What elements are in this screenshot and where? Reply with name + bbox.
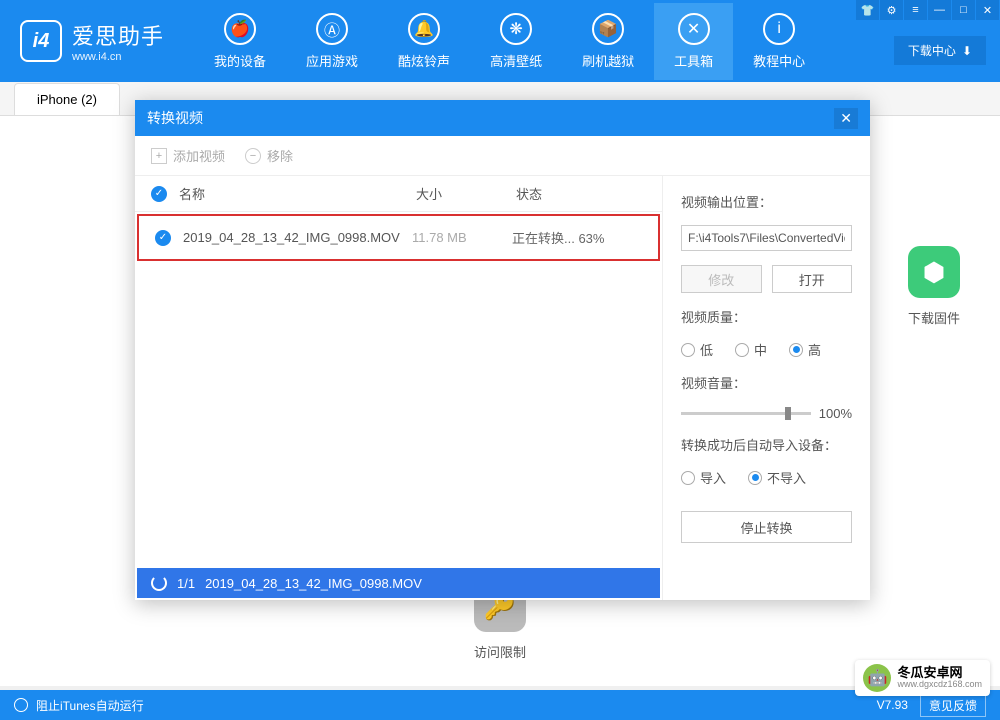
minimize-button[interactable]: — bbox=[928, 0, 952, 20]
open-button[interactable]: 打开 bbox=[772, 265, 853, 293]
nav-wallpapers[interactable]: ❋高清壁纸 bbox=[470, 3, 562, 80]
download-icon: ⬇ bbox=[962, 44, 972, 58]
feedback-button[interactable]: 意见反馈 bbox=[920, 694, 986, 717]
main-nav: 🍎我的设备 Ⓐ应用游戏 🔔酷炫铃声 ❋高清壁纸 📦刷机越狱 ✕工具箱 i教程中心 bbox=[194, 3, 825, 80]
cube-icon: ⬢ bbox=[908, 246, 960, 298]
nav-my-device[interactable]: 🍎我的设备 bbox=[194, 3, 286, 80]
file-list-pane: ✓ 名称 大小 状态 ✓ 2019_04_28_13_42_IMG_0998.M… bbox=[135, 176, 662, 600]
watermark-url: www.dgxcdz168.com bbox=[897, 680, 982, 690]
volume-label: 视频音量： bbox=[681, 373, 852, 392]
dialog-title: 转换视频 bbox=[147, 108, 203, 128]
col-name: 名称 bbox=[179, 184, 416, 203]
app-logo-icon: i4 bbox=[20, 20, 62, 62]
dialog-close-button[interactable]: ✕ bbox=[834, 108, 858, 129]
nav-tutorials[interactable]: i教程中心 bbox=[733, 3, 825, 80]
download-center-button[interactable]: 下载中心 ⬇ bbox=[894, 36, 986, 65]
add-video-button[interactable]: +添加视频 bbox=[151, 146, 225, 165]
logo-area: i4 爱思助手 www.i4.cn bbox=[20, 19, 164, 63]
apple-icon: 🍎 bbox=[224, 13, 256, 45]
stop-convert-button[interactable]: 停止转换 bbox=[681, 511, 852, 543]
row-checkbox[interactable]: ✓ bbox=[155, 230, 171, 246]
table-header: ✓ 名称 大小 状态 bbox=[135, 176, 662, 212]
import-label: 转换成功后自动导入设备： bbox=[681, 435, 852, 454]
nav-ringtones[interactable]: 🔔酷炫铃声 bbox=[378, 3, 470, 80]
menu-icon[interactable]: ≡ bbox=[904, 0, 928, 20]
spinner-icon bbox=[151, 575, 167, 591]
file-row[interactable]: ✓ 2019_04_28_13_42_IMG_0998.MOV 11.78 MB… bbox=[137, 214, 660, 261]
bell-icon: 🔔 bbox=[408, 13, 440, 45]
app-title: 爱思助手 bbox=[72, 19, 164, 51]
import-yes-radio[interactable]: 导入 bbox=[681, 468, 726, 487]
progress-file: 2019_04_28_13_42_IMG_0998.MOV bbox=[205, 576, 422, 591]
nav-apps[interactable]: Ⓐ应用游戏 bbox=[286, 3, 378, 80]
quality-low-radio[interactable]: 低 bbox=[681, 340, 713, 359]
titlebar-controls: 👕 ⚙ ≡ — □ ✕ bbox=[856, 0, 1000, 20]
info-icon: i bbox=[763, 13, 795, 45]
quality-mid-radio[interactable]: 中 bbox=[735, 340, 767, 359]
select-all-checkbox[interactable]: ✓ bbox=[151, 186, 167, 202]
status-bar: 阻止iTunes自动运行 V7.93 意见反馈 bbox=[0, 690, 1000, 720]
appstore-icon: Ⓐ bbox=[316, 13, 348, 45]
nav-toolbox[interactable]: ✕工具箱 bbox=[654, 3, 733, 80]
volume-slider[interactable]: 100% bbox=[681, 406, 852, 421]
file-status: 正在转换... 63% bbox=[512, 228, 642, 247]
watermark-title: 冬瓜安卓网 bbox=[897, 666, 982, 680]
app-url: www.i4.cn bbox=[72, 51, 164, 63]
progress-count: 1/1 bbox=[177, 576, 195, 591]
progress-bar: 1/1 2019_04_28_13_42_IMG_0998.MOV bbox=[137, 568, 660, 598]
dialog-header: 转换视频 ✕ bbox=[135, 100, 870, 136]
plus-icon: + bbox=[151, 148, 167, 164]
android-icon: 🤖 bbox=[863, 664, 891, 692]
version-label: V7.93 bbox=[877, 698, 908, 712]
quality-label: 视频质量： bbox=[681, 307, 852, 326]
tools-icon: ✕ bbox=[678, 13, 710, 45]
device-tab[interactable]: iPhone (2) bbox=[14, 83, 120, 115]
shirt-icon[interactable]: 👕 bbox=[856, 0, 880, 20]
quality-high-radio[interactable]: 高 bbox=[789, 340, 821, 359]
output-path-input[interactable] bbox=[681, 225, 852, 251]
convert-video-dialog: 转换视频 ✕ +添加视频 −移除 ✓ 名称 大小 状态 ✓ 2019_04_28… bbox=[135, 100, 870, 600]
output-label: 视频输出位置： bbox=[681, 192, 852, 211]
modify-button[interactable]: 修改 bbox=[681, 265, 762, 293]
settings-icon[interactable]: ⚙ bbox=[880, 0, 904, 20]
remove-button[interactable]: −移除 bbox=[245, 146, 293, 165]
slider-thumb[interactable] bbox=[785, 407, 791, 420]
tool-download-firmware[interactable]: ⬢下载固件 bbox=[908, 246, 960, 327]
box-icon: 📦 bbox=[592, 13, 624, 45]
wallpaper-icon: ❋ bbox=[500, 13, 532, 45]
app-header: i4 爱思助手 www.i4.cn 🍎我的设备 Ⓐ应用游戏 🔔酷炫铃声 ❋高清壁… bbox=[0, 0, 1000, 82]
watermark: 🤖 冬瓜安卓网 www.dgxcdz168.com bbox=[855, 660, 990, 696]
minus-icon: − bbox=[245, 148, 261, 164]
settings-pane: 视频输出位置： 修改 打开 视频质量： 低 中 高 视频音量： 100% 转换成… bbox=[662, 176, 870, 600]
col-size: 大小 bbox=[416, 184, 516, 203]
status-circle-icon bbox=[14, 698, 28, 712]
dialog-toolbar: +添加视频 −移除 bbox=[135, 136, 870, 176]
nav-jailbreak[interactable]: 📦刷机越狱 bbox=[562, 3, 654, 80]
close-button[interactable]: ✕ bbox=[976, 0, 1000, 20]
file-size: 11.78 MB bbox=[412, 230, 512, 245]
maximize-button[interactable]: □ bbox=[952, 0, 976, 20]
col-status: 状态 bbox=[516, 184, 646, 203]
itunes-block-label[interactable]: 阻止iTunes自动运行 bbox=[36, 697, 144, 714]
import-no-radio[interactable]: 不导入 bbox=[748, 468, 806, 487]
file-name: 2019_04_28_13_42_IMG_0998.MOV bbox=[183, 230, 412, 245]
volume-value: 100% bbox=[819, 406, 852, 421]
